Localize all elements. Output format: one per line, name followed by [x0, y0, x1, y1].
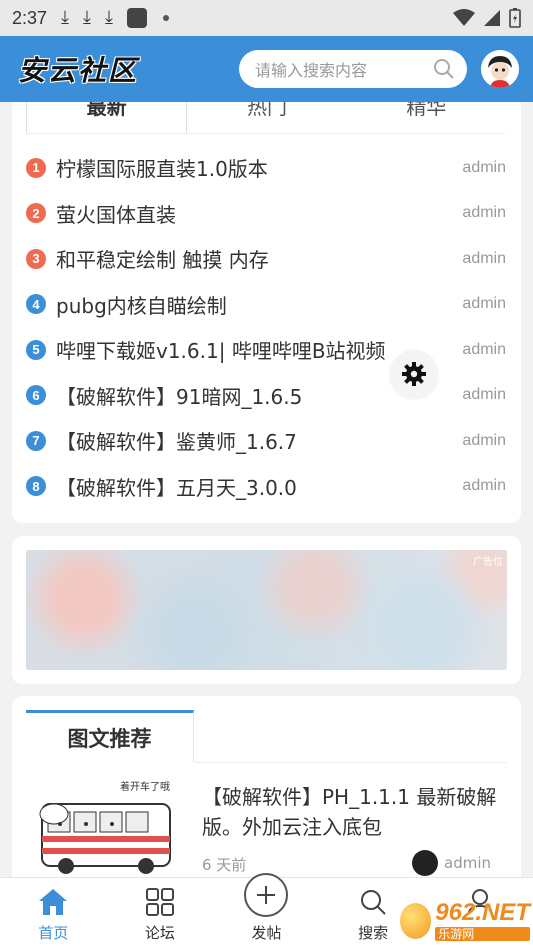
post-time: 6 天前: [202, 856, 247, 874]
post-author: admin: [462, 340, 506, 358]
nav-label: 搜索: [358, 924, 389, 942]
list-item[interactable]: 3 和平稳定绘制 触摸 内存 admin: [26, 236, 506, 282]
search-placeholder: 请输入搜索内容: [255, 61, 368, 80]
status-bar: 2:37 ⤓ ⤓ ⤓: [0, 0, 533, 36]
author-name: admin: [444, 854, 491, 872]
download-icon: ⤓: [104, 7, 113, 28]
user-avatar[interactable]: [481, 50, 519, 88]
posts-card: 最新 热门 精华 1 柠檬国际服直装1.0版本 admin 2 萤火国体直装 a…: [12, 102, 521, 523]
post-title: 萤火国体直装: [56, 202, 176, 227]
grid-icon: [145, 888, 174, 916]
rank-badge: 6: [26, 385, 46, 406]
post-thumbnail[interactable]: 着开车了哦: [36, 776, 196, 876]
download-icon: ⤓: [83, 7, 91, 28]
list-item[interactable]: 2 萤火国体直装 admin: [26, 191, 506, 237]
site-watermark: 962.NET 乐游网: [400, 896, 530, 946]
tab-featured[interactable]: 精华: [347, 102, 506, 133]
watermark-logo: [400, 903, 432, 939]
wifi-icon: [453, 9, 475, 26]
post-title: pubg内核自瞄绘制: [56, 293, 227, 318]
post-author: admin: [462, 295, 506, 313]
post-author: admin: [462, 386, 506, 404]
rank-badge: 8: [26, 476, 46, 497]
app-logo[interactable]: 安云社区: [18, 49, 138, 89]
post-title: 柠檬国际服直装1.0版本: [56, 157, 268, 182]
list-item[interactable]: 1 柠檬国际服直装1.0版本 admin: [26, 145, 506, 191]
posts-tabs: 最新 热门 精华: [26, 102, 506, 134]
search-icon[interactable]: [433, 58, 455, 80]
signal-icon: [484, 10, 500, 26]
post-author: admin: [462, 204, 506, 222]
rank-badge: 3: [26, 248, 46, 269]
post-author: admin: [462, 431, 506, 449]
post-title: 和平稳定绘制 触摸 内存: [56, 248, 269, 273]
list-item[interactable]: 8 【破解软件】五月天_3.0.0 admin: [26, 464, 506, 510]
rank-badge: 1: [26, 157, 46, 178]
app-header: 安云社区 请输入搜索内容: [0, 36, 533, 102]
rank-badge: 5: [26, 339, 46, 360]
post-title: 【破解软件】鉴黄师_1.6.7: [56, 430, 297, 455]
plus-circle-icon: [244, 873, 289, 917]
app-notification-icon: [126, 8, 147, 28]
post-list: 1 柠檬国际服直装1.0版本 admin 2 萤火国体直装 admin 3 和平…: [26, 145, 506, 509]
recommend-author: admin: [412, 850, 491, 876]
download-icon: ⤓: [61, 7, 70, 28]
list-item[interactable]: 4 pubg内核自瞄绘制 admin: [26, 282, 506, 328]
nav-forum[interactable]: 论坛: [107, 878, 214, 949]
list-item[interactable]: 7 【破解软件】鉴黄师_1.6.7 admin: [26, 418, 506, 464]
nav-label: 发帖: [251, 924, 282, 942]
tab-latest[interactable]: 最新: [26, 102, 188, 133]
post-author: admin: [462, 249, 506, 267]
more-notifications-icon: [162, 15, 169, 21]
home-icon: [39, 889, 68, 915]
ad-card: 广告位: [12, 536, 521, 684]
nav-label: 论坛: [144, 924, 175, 942]
tab-recommend[interactable]: 图文推荐: [26, 710, 194, 762]
thumb-caption: 着开车了哦: [120, 782, 170, 793]
nav-label: 首页: [38, 924, 69, 942]
battery-icon: [509, 8, 521, 28]
recommend-card: 图文推荐 着开车了哦 【破解软件】PH_1.1.1 最新破解版。外加云注入底包 …: [12, 696, 521, 896]
post-title: 【破解软件】五月天_3.0.0: [56, 475, 297, 500]
post-author: admin: [462, 477, 506, 495]
rank-badge: 7: [26, 430, 46, 451]
post-author: admin: [462, 158, 506, 176]
search-icon: [361, 890, 386, 915]
search-input[interactable]: 请输入搜索内容: [239, 50, 467, 88]
recommend-post-title[interactable]: 【破解软件】PH_1.1.1 最新破解版。外加云注入底包: [202, 782, 507, 842]
nav-home[interactable]: 首页: [0, 878, 107, 949]
watermark-text: 962.NET: [435, 899, 530, 926]
settings-float-button[interactable]: [390, 350, 438, 398]
nav-post[interactable]: 发帖: [213, 873, 320, 949]
gear-icon: [402, 362, 426, 386]
author-avatar: [412, 850, 438, 876]
divider: [194, 762, 507, 763]
tab-hot[interactable]: 热门: [187, 102, 346, 133]
ad-banner[interactable]: 广告位: [26, 550, 507, 670]
rank-badge: 2: [26, 203, 46, 224]
watermark-subtext: 乐游网: [435, 927, 530, 941]
ad-label: 广告位: [473, 557, 503, 568]
rank-badge: 4: [26, 294, 46, 315]
status-time: 2:37: [12, 7, 48, 28]
